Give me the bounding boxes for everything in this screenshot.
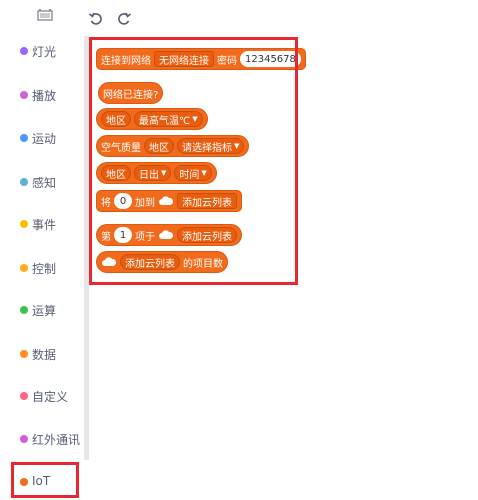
toolbar [0,0,478,36]
category-label: 控制 [32,262,57,276]
category-dot [20,220,28,228]
category-sensing[interactable]: 感知 [0,167,84,197]
redo-icon[interactable] [116,11,132,27]
category-control[interactable]: 控制 [0,253,84,283]
category-label: 数据 [32,348,57,362]
category-dot [20,264,28,272]
category-data[interactable]: 数据 [0,339,84,369]
category-label: 自定义 [32,390,69,404]
category-sidebar: 灯光 播放 运动 感知 事件 控制 运算 数据 自定义 红外通讯 IoT [0,36,84,500]
category-label: 播放 [32,89,57,103]
category-custom[interactable]: 自定义 [0,381,84,411]
iot-blocks-highlight-box [89,37,298,285]
category-dot [20,47,28,55]
category-dot [20,306,28,314]
category-events[interactable]: 事件 [0,209,84,239]
category-infrared[interactable]: 红外通讯 [0,424,84,454]
category-dot [20,350,28,358]
category-lighting[interactable]: 灯光 [0,36,84,66]
category-label: 事件 [32,218,57,232]
category-play[interactable]: 播放 [0,80,84,110]
category-motion[interactable]: 运动 [0,123,84,153]
iot-highlight-box [11,462,79,498]
category-dot [20,134,28,142]
category-dot [20,91,28,99]
category-label: 运算 [32,304,57,318]
category-label: 运动 [32,132,57,146]
undo-icon[interactable] [88,11,104,27]
device-icon [37,9,53,21]
category-operators[interactable]: 运算 [0,295,84,325]
category-dot [20,392,28,400]
category-label: 红外通讯 [32,433,81,447]
category-label: 感知 [32,176,57,190]
category-dot [20,435,28,443]
category-label: 灯光 [32,45,57,59]
category-dot [20,178,28,186]
